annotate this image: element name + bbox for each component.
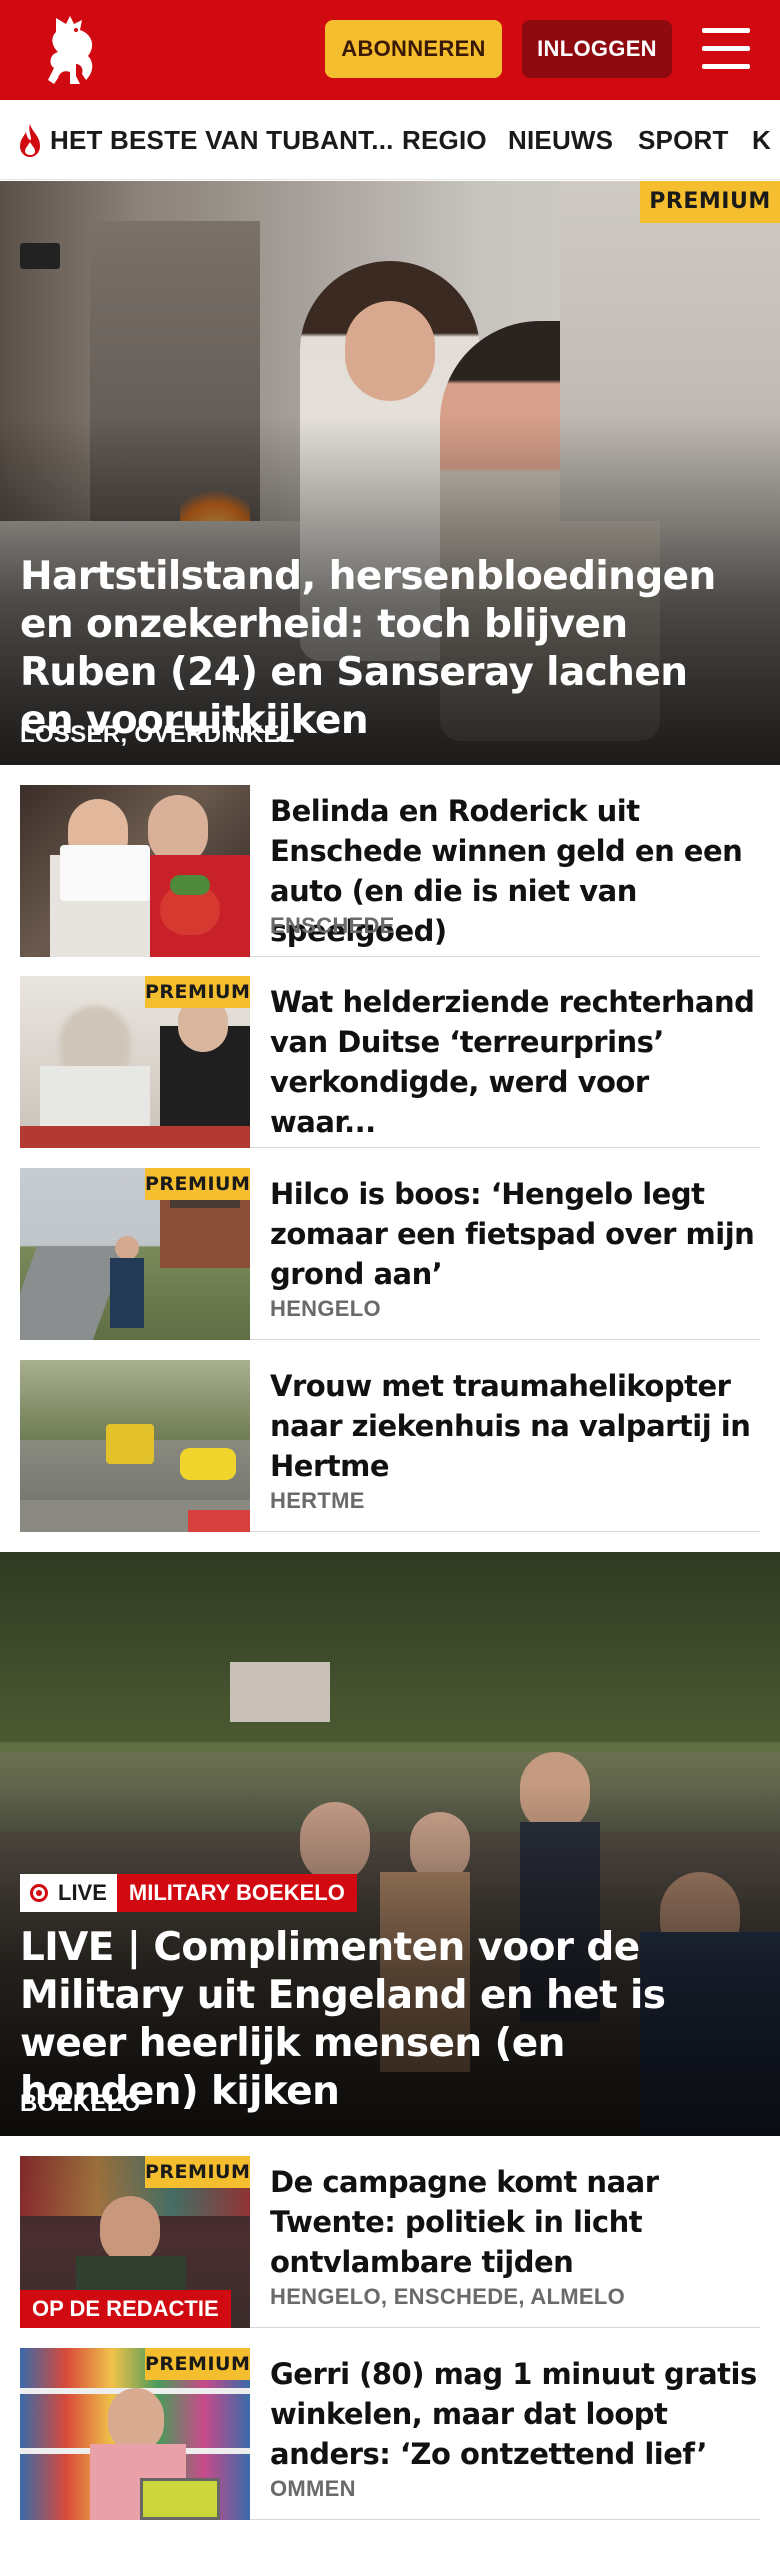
nav-item-regio[interactable]: REGIO: [402, 100, 487, 179]
live-hero-article[interactable]: LIVE MILITARY BOEKELO LIVE | Complimente…: [0, 1552, 780, 2136]
list-item[interactable]: Vrouw met traumahelikopter naar ziekenhu…: [20, 1360, 760, 1532]
nav-item-best-of[interactable]: HET BESTE VAN TUBANT...: [50, 100, 394, 179]
list-item[interactable]: PREMIUM Wat helderziende rechterhand van…: [20, 976, 760, 1148]
live-location: BOEKELO: [20, 2090, 141, 2117]
article-location: HENGELO: [270, 1296, 381, 1321]
article-location: HERTME: [270, 1488, 365, 1513]
article-location: OMMEN: [270, 2476, 356, 2501]
op-de-redactie-label: OP DE REDACTIE: [20, 2290, 231, 2328]
article-location: ENSCHEDE: [270, 913, 395, 938]
live-badge: LIVE MILITARY BOEKELO: [20, 1874, 357, 1912]
premium-badge: PREMIUM: [145, 2156, 250, 2188]
top-header: ABONNEREN INLOGGEN: [0, 0, 780, 100]
nav-item-sport[interactable]: SPORT: [638, 100, 729, 179]
article-headline[interactable]: Vrouw met traumahelikopter naar ziekenhu…: [270, 1366, 760, 1486]
hero-article[interactable]: PREMIUM Hartstilstand, hersenbloedingen …: [0, 181, 780, 765]
subscribe-button[interactable]: ABONNEREN: [325, 20, 502, 78]
premium-badge: PREMIUM: [145, 2348, 250, 2380]
hamburger-menu-icon[interactable]: [702, 28, 750, 70]
category-nav: HET BESTE VAN TUBANT... REGIO NIEUWS SPO…: [0, 100, 780, 180]
list-item[interactable]: PREMIUM Gerri (80) mag 1 minuut gratis w…: [20, 2348, 760, 2520]
premium-badge: PREMIUM: [640, 181, 780, 223]
hero-headline[interactable]: Hartstilstand, hersenbloedingen en onzek…: [20, 553, 750, 745]
article-headline[interactable]: Hilco is boos: ‘Hengelo legt zomaar een …: [270, 1174, 760, 1294]
flame-icon: [20, 124, 40, 157]
article-headline[interactable]: De campagne komt naar Twente: politiek i…: [270, 2162, 760, 2282]
live-label: LIVE: [58, 1880, 107, 1905]
live-headline[interactable]: LIVE | Complimenten voor de Military uit…: [20, 1924, 750, 2116]
tubantia-horse-icon[interactable]: [36, 10, 106, 90]
nav-item-more[interactable]: K: [752, 100, 771, 179]
login-button[interactable]: INLOGGEN: [522, 20, 672, 78]
premium-badge: PREMIUM: [145, 1168, 250, 1200]
live-category: MILITARY BOEKELO: [116, 1874, 357, 1912]
article-location: HENGELO, ENSCHEDE, ALMELO: [270, 2284, 626, 2309]
live-dot-icon: [30, 1884, 48, 1902]
nav-item-nieuws[interactable]: NIEUWS: [508, 100, 613, 179]
article-thumbnail: [20, 1360, 250, 1532]
list-item[interactable]: PREMIUM Hilco is boos: ‘Hengelo legt zom…: [20, 1168, 760, 1340]
article-headline[interactable]: Wat helderziende rechterhand van Duitse …: [270, 982, 760, 1142]
list-item[interactable]: PREMIUM OP DE REDACTIE De campagne komt …: [20, 2156, 760, 2328]
hero-location: LOSSER, OVERDINKEL: [20, 721, 295, 748]
list-item[interactable]: Belinda en Roderick uit Enschede winnen …: [20, 785, 760, 957]
premium-badge: PREMIUM: [145, 976, 250, 1008]
article-thumbnail: [20, 785, 250, 957]
article-headline[interactable]: Gerri (80) mag 1 minuut gratis winkelen,…: [270, 2354, 760, 2474]
